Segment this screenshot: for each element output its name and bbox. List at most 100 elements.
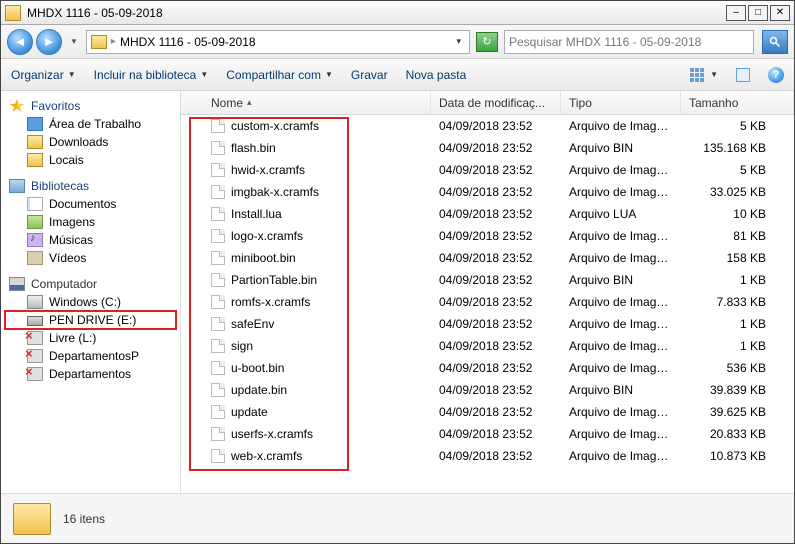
sidebar-item[interactable]: Músicas xyxy=(5,231,176,249)
file-row[interactable]: flash.bin04/09/2018 23:52Arquivo BIN135.… xyxy=(181,137,794,159)
libraries-header[interactable]: Bibliotecas xyxy=(5,177,176,195)
sort-asc-icon: ▴ xyxy=(247,97,252,108)
address-bar[interactable]: ▸ MHDX 1116 - 05-09-2018 ▾ xyxy=(86,30,470,54)
file-row[interactable]: miniboot.bin 04/09/2018 23:52Arquivo de I… xyxy=(181,247,794,269)
file-row[interactable]: update04/09/2018 23:52Arquivo de Image..… xyxy=(181,401,794,423)
file-date: 04/09/2018 23:52 xyxy=(431,141,561,155)
file-rows[interactable]: custom-x.cramfs04/09/2018 23:52Arquivo d… xyxy=(181,115,794,493)
file-name: flash.bin xyxy=(231,141,276,155)
sidebar-item[interactable]: Vídeos xyxy=(5,249,176,267)
file-name: custom-x.cramfs xyxy=(231,119,319,133)
search-input[interactable]: Pesquisar MHDX 1116 - 05-09-2018 xyxy=(504,30,754,54)
back-button[interactable]: ◄ xyxy=(7,29,33,55)
search-placeholder: Pesquisar MHDX 1116 - 05-09-2018 xyxy=(509,35,749,49)
organize-menu[interactable]: Organizar▼ xyxy=(11,68,76,82)
sidebar-item-label: Windows (C:) xyxy=(49,295,121,309)
file-row[interactable]: u-boot.bin04/09/2018 23:52Arquivo de Ima… xyxy=(181,357,794,379)
title-bar[interactable]: MHDX 1116 - 05-09-2018 – □ ✕ xyxy=(1,1,794,25)
sidebar-item[interactable]: DepartamentosP xyxy=(5,347,176,365)
file-row[interactable]: hwid-x.cramfs04/09/2018 23:52Arquivo de … xyxy=(181,159,794,181)
file-row[interactable]: PartionTable.bin04/09/2018 23:52Arquivo … xyxy=(181,269,794,291)
minimize-button[interactable]: – xyxy=(726,5,746,21)
folder-icon xyxy=(13,503,51,535)
file-row[interactable]: userfs-x.cramfs04/09/2018 23:52Arquivo d… xyxy=(181,423,794,445)
file-type: Arquivo BIN xyxy=(561,141,681,155)
file-icon xyxy=(211,449,225,463)
share-menu[interactable]: Compartilhar com▼ xyxy=(226,68,333,82)
file-row[interactable]: sign04/09/2018 23:52Arquivo de Image...1… xyxy=(181,335,794,357)
file-row[interactable]: romfs-x.cramfs04/09/2018 23:52Arquivo de… xyxy=(181,291,794,313)
file-row[interactable]: update.bin04/09/2018 23:52Arquivo BIN39.… xyxy=(181,379,794,401)
file-type: Arquivo de Image... xyxy=(561,119,681,133)
search-button[interactable] xyxy=(762,30,788,54)
sidebar-item[interactable]: Locais xyxy=(5,151,176,169)
file-date: 04/09/2018 23:52 xyxy=(431,295,561,309)
file-type: Arquivo de Image... xyxy=(561,317,681,331)
file-date: 04/09/2018 23:52 xyxy=(431,207,561,221)
file-row[interactable]: Install.lua04/09/2018 23:52Arquivo LUA10… xyxy=(181,203,794,225)
sidebar-item[interactable]: Departamentos xyxy=(5,365,176,383)
history-dropdown[interactable]: ▼ xyxy=(68,37,80,46)
file-type: Arquivo de Image... xyxy=(561,405,681,419)
file-size: 10 KB xyxy=(681,207,794,221)
file-row[interactable]: custom-x.cramfs04/09/2018 23:52Arquivo d… xyxy=(181,115,794,137)
maximize-button[interactable]: □ xyxy=(748,5,768,21)
file-date: 04/09/2018 23:52 xyxy=(431,229,561,243)
window-title: MHDX 1116 - 05-09-2018 xyxy=(27,6,724,20)
item-icon xyxy=(27,117,43,131)
file-size: 1 KB xyxy=(681,317,794,331)
file-icon xyxy=(211,251,225,265)
folder-icon xyxy=(91,35,107,49)
sidebar-item[interactable]: PEN DRIVE (E:) xyxy=(5,311,176,329)
view-menu[interactable]: ▼ xyxy=(688,68,718,82)
item-icon xyxy=(27,215,43,229)
file-date: 04/09/2018 23:52 xyxy=(431,251,561,265)
file-type: Arquivo de Image... xyxy=(561,251,681,265)
file-name: update xyxy=(231,405,268,419)
file-row[interactable]: web-x.cramfs04/09/2018 23:52Arquivo de I… xyxy=(181,445,794,467)
preview-pane-button[interactable] xyxy=(736,68,750,82)
refresh-button[interactable]: ↻ xyxy=(476,32,498,52)
sidebar-item-label: Vídeos xyxy=(49,251,86,265)
path-separator-icon[interactable]: ▸ xyxy=(111,36,116,47)
file-type: Arquivo de Image... xyxy=(561,295,681,309)
file-type: Arquivo BIN xyxy=(561,273,681,287)
path-segment[interactable]: MHDX 1116 - 05-09-2018 xyxy=(120,35,449,49)
file-size: 10.873 KB xyxy=(681,449,794,463)
file-icon xyxy=(211,317,225,331)
file-row[interactable]: imgbak-x.cramfs04/09/2018 23:52Arquivo d… xyxy=(181,181,794,203)
file-row[interactable]: logo-x.cramfs04/09/2018 23:52Arquivo de … xyxy=(181,225,794,247)
file-icon xyxy=(211,185,225,199)
drive-icon xyxy=(27,349,43,363)
sidebar-item[interactable]: Livre (L:) xyxy=(5,329,176,347)
help-button[interactable]: ? xyxy=(768,67,784,83)
sidebar-item[interactable]: Área de Trabalho xyxy=(5,115,176,133)
sidebar-item[interactable]: Windows (C:) xyxy=(5,293,176,311)
file-row[interactable]: safeEnv04/09/2018 23:52Arquivo de Image.… xyxy=(181,313,794,335)
file-list-pane: Nome▴ Data de modificaç... Tipo Tamanho … xyxy=(181,91,794,493)
file-name: miniboot.bin xyxy=(231,251,296,265)
status-bar: 16 itens xyxy=(1,493,794,543)
column-size[interactable]: Tamanho xyxy=(681,91,794,114)
drive-icon xyxy=(27,367,43,381)
new-folder-button[interactable]: Nova pasta xyxy=(406,68,467,82)
sidebar-item[interactable]: Downloads xyxy=(5,133,176,151)
file-date: 04/09/2018 23:52 xyxy=(431,449,561,463)
column-type[interactable]: Tipo xyxy=(561,91,681,114)
include-library-menu[interactable]: Incluir na biblioteca▼ xyxy=(94,68,209,82)
column-name[interactable]: Nome▴ xyxy=(181,91,431,114)
column-date[interactable]: Data de modificaç... xyxy=(431,91,561,114)
libraries-icon xyxy=(9,179,25,193)
close-button[interactable]: ✕ xyxy=(770,5,790,21)
sidebar-item[interactable]: Imagens xyxy=(5,213,176,231)
file-size: 158 KB xyxy=(681,251,794,265)
forward-button[interactable]: ► xyxy=(36,29,62,55)
file-icon xyxy=(211,119,225,133)
favorites-header[interactable]: Favoritos xyxy=(5,97,176,115)
address-dropdown-icon[interactable]: ▾ xyxy=(452,36,465,47)
file-type: Arquivo BIN xyxy=(561,383,681,397)
computer-header[interactable]: Computador xyxy=(5,275,176,293)
sidebar-item[interactable]: Documentos xyxy=(5,195,176,213)
file-date: 04/09/2018 23:52 xyxy=(431,273,561,287)
burn-button[interactable]: Gravar xyxy=(351,68,388,82)
